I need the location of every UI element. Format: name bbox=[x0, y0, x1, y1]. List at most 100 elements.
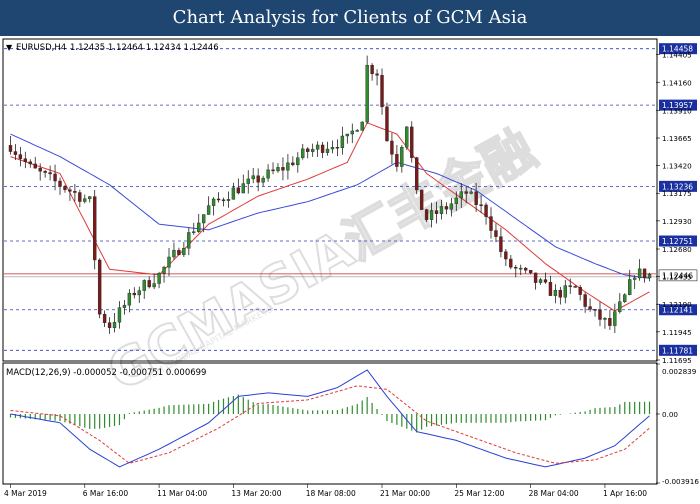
time-tick-label: 11 Mar 04:00 bbox=[157, 489, 207, 498]
time-tick-label: 21 Mar 00:00 bbox=[380, 489, 430, 498]
candle-body bbox=[142, 280, 146, 291]
price-tick-label: 1.14405 bbox=[662, 51, 692, 60]
candle-body bbox=[147, 280, 151, 288]
macd-panel-frame bbox=[2, 362, 658, 485]
candle-body bbox=[117, 307, 122, 323]
candle-body bbox=[340, 135, 345, 148]
candle-body bbox=[380, 75, 384, 108]
candle-body bbox=[132, 292, 137, 296]
candle-body bbox=[632, 277, 637, 280]
macd-label: MACD(12,26,9) -0.000052 -0.000751 0.0006… bbox=[6, 368, 206, 378]
candle-body bbox=[63, 186, 67, 190]
price-tick-label: 1.12435 bbox=[662, 273, 692, 282]
candle-body bbox=[28, 161, 32, 165]
candle-body bbox=[464, 191, 468, 194]
candle-body bbox=[608, 317, 612, 326]
candle-body bbox=[53, 173, 57, 182]
candle-body bbox=[494, 230, 498, 237]
candle-body bbox=[528, 270, 533, 274]
price-tick-label: 1.12680 bbox=[662, 245, 692, 254]
candle-body bbox=[315, 144, 320, 150]
candle-body bbox=[83, 198, 87, 202]
candle-body bbox=[637, 268, 642, 279]
candle-body bbox=[137, 290, 141, 296]
candle-body bbox=[157, 273, 161, 284]
chart-menu-icon[interactable]: ▼ bbox=[6, 43, 13, 52]
candle-body bbox=[88, 196, 92, 199]
candle-body bbox=[261, 177, 265, 183]
time-tick-label: 25 Mar 12:00 bbox=[454, 489, 504, 498]
candle-body bbox=[226, 199, 231, 201]
candle-body bbox=[38, 167, 42, 172]
time-tick-label: 1 Apr 16:00 bbox=[603, 489, 647, 498]
candle-body bbox=[122, 304, 127, 308]
candle-body bbox=[618, 301, 622, 312]
candle-body bbox=[236, 187, 241, 194]
candle-body bbox=[167, 256, 171, 268]
candle-body bbox=[573, 286, 577, 288]
candle-body bbox=[474, 191, 478, 205]
candle-body bbox=[469, 191, 473, 194]
candle-body bbox=[385, 106, 389, 142]
candle-body bbox=[102, 313, 107, 323]
candle-body bbox=[375, 73, 379, 76]
candle-body bbox=[8, 145, 13, 152]
symbol-label: EURUSD,H4 bbox=[16, 43, 66, 53]
candle-body bbox=[415, 157, 419, 191]
candle-body bbox=[251, 175, 255, 180]
candle-body bbox=[588, 306, 592, 310]
candle-body bbox=[33, 163, 37, 169]
candle-body bbox=[93, 196, 97, 261]
price-tick-label: 1.11695 bbox=[662, 356, 692, 365]
price-tick-label: 1.13175 bbox=[662, 189, 692, 198]
candle-body bbox=[58, 180, 62, 187]
price-tick-label: 1.13910 bbox=[662, 106, 692, 115]
candle-body bbox=[563, 285, 567, 298]
candle-body bbox=[246, 178, 250, 184]
candle-body bbox=[97, 259, 102, 315]
candle-body bbox=[593, 309, 597, 311]
candle-body bbox=[335, 147, 340, 149]
candle-body bbox=[13, 151, 18, 155]
candle-body bbox=[429, 210, 434, 220]
candle-body bbox=[197, 222, 201, 232]
candle-body bbox=[499, 236, 503, 252]
candle-body bbox=[107, 322, 112, 328]
candle-body bbox=[231, 187, 236, 200]
candle-body bbox=[18, 154, 23, 159]
candle-body bbox=[444, 206, 449, 210]
candle-body bbox=[320, 144, 325, 153]
candle-body bbox=[78, 192, 82, 202]
candle-body bbox=[296, 157, 300, 166]
candle-body bbox=[172, 249, 176, 258]
candle-body bbox=[598, 309, 602, 320]
candle-body bbox=[519, 267, 523, 270]
candle-body bbox=[484, 204, 488, 217]
candle-body bbox=[350, 130, 354, 135]
candle-body bbox=[523, 267, 528, 271]
candle-body bbox=[162, 267, 166, 274]
candle-body bbox=[182, 248, 186, 255]
candle-body bbox=[112, 321, 117, 328]
candle-body bbox=[533, 272, 538, 283]
candle-body bbox=[509, 258, 513, 268]
candle-body bbox=[73, 191, 77, 193]
candle-body bbox=[291, 162, 295, 166]
candle-body bbox=[355, 130, 359, 132]
candle-body bbox=[390, 140, 394, 155]
candle-body bbox=[271, 169, 275, 172]
candle-body bbox=[419, 189, 424, 210]
time-tick-label: 28 Mar 04:00 bbox=[529, 489, 579, 498]
time-tick-label: 13 Mar 20:00 bbox=[231, 489, 281, 498]
candle-body bbox=[489, 216, 493, 231]
time-tick-label: 6 Mar 16:00 bbox=[83, 489, 129, 498]
candle-body bbox=[439, 206, 444, 214]
candle-body bbox=[504, 251, 508, 260]
price-level-label: 1.11781 bbox=[662, 346, 693, 355]
candle-body bbox=[410, 126, 414, 158]
candle-body bbox=[325, 148, 330, 153]
candle-body bbox=[434, 210, 439, 214]
macd-tick-label: 0.002839 bbox=[662, 367, 697, 376]
candle-body bbox=[360, 121, 364, 131]
candle-body bbox=[628, 279, 632, 295]
